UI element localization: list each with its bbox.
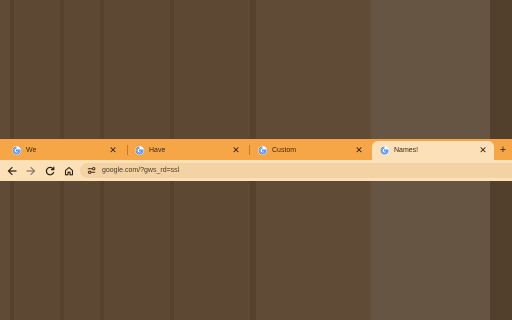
reload-icon (45, 166, 55, 175)
tab-title: Have (149, 147, 166, 154)
reload-button[interactable] (42, 163, 58, 179)
google-favicon-icon (12, 146, 21, 155)
address-bar[interactable]: google.com/?gws_rd=ssl (80, 163, 512, 178)
tab-have[interactable]: Have ✕ (127, 141, 247, 160)
close-icon[interactable]: ✕ (108, 145, 118, 156)
site-info-icon (87, 167, 95, 174)
forward-arrow-icon (26, 166, 36, 175)
close-icon[interactable]: ✕ (354, 145, 364, 156)
close-icon[interactable]: ✕ (478, 145, 488, 156)
tab-custom[interactable]: Custom ✕ (250, 141, 370, 160)
tab-we[interactable]: We ✕ (4, 141, 124, 160)
browser-window: We ✕ Have ✕ Custom ✕ Names! ✕ + google.c… (0, 139, 512, 181)
toolbar: google.com/?gws_rd=ssl (0, 160, 512, 181)
plus-icon: + (499, 144, 507, 156)
url-text: google.com/?gws_rd=ssl (102, 167, 180, 174)
tab-strip: We ✕ Have ✕ Custom ✕ Names! ✕ + (0, 139, 512, 160)
back-arrow-icon (7, 166, 17, 175)
back-button[interactable] (4, 163, 20, 179)
home-icon (64, 166, 74, 175)
google-favicon-icon (258, 146, 267, 155)
google-favicon-icon (380, 146, 389, 155)
forward-button[interactable] (23, 163, 39, 179)
google-favicon-icon (135, 146, 144, 155)
tab-title: Names! (394, 147, 419, 154)
tab-names[interactable]: Names! ✕ (372, 141, 494, 160)
new-tab-button[interactable]: + (496, 143, 510, 157)
close-icon[interactable]: ✕ (231, 145, 241, 156)
tab-title: Custom (272, 147, 297, 154)
home-button[interactable] (61, 163, 77, 179)
tab-title: We (26, 147, 37, 154)
site-info-button[interactable] (85, 165, 97, 177)
